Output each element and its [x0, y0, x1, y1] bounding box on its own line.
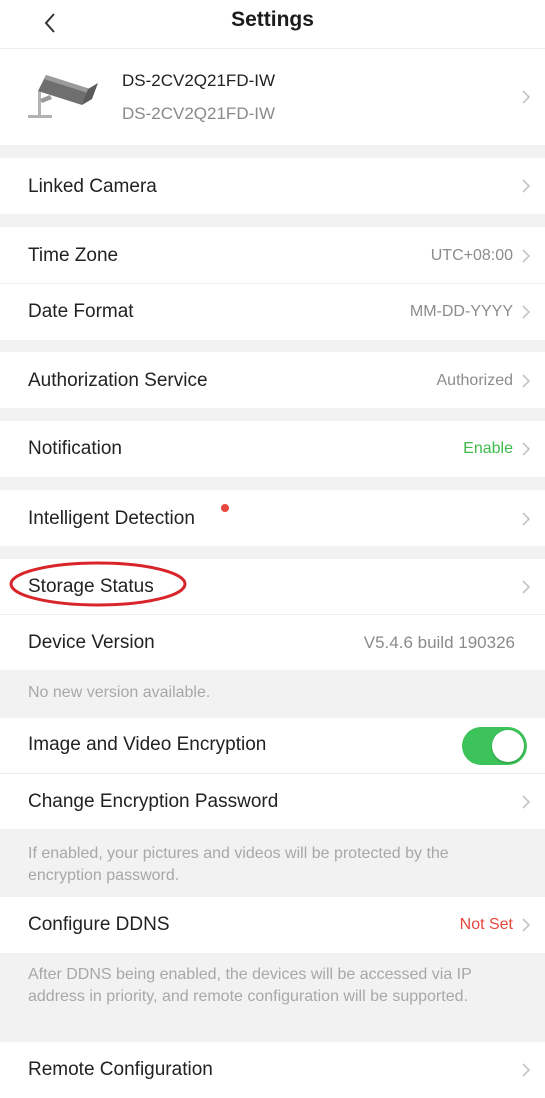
highlight-ellipse [9, 561, 187, 607]
image-video-encryption-label: Image and Video Encryption [28, 734, 267, 755]
intelligent-detection-label: Intelligent Detection [28, 508, 195, 529]
nav-bar: Settings [0, 0, 545, 49]
chevron-right-icon [522, 512, 531, 526]
version-note: No new version available. [28, 684, 211, 701]
chevron-right-icon [522, 179, 531, 193]
camera-icon [28, 75, 98, 118]
authorization-service-row[interactable]: Authorization Service Authorized [0, 352, 545, 408]
chevron-right-icon [522, 442, 531, 456]
device-version-label: Device Version [28, 632, 155, 653]
configure-ddns-label: Configure DDNS [28, 914, 170, 935]
encryption-toggle[interactable] [462, 727, 527, 765]
ddns-status: Not Set [459, 916, 513, 933]
time-zone-row[interactable]: Time Zone UTC+08:00 [0, 227, 545, 284]
ddns-note: After DDNS being enabled, the devices wi… [28, 966, 472, 1005]
device-model: DS-2CV2Q21FD-IW [122, 104, 276, 123]
date-format-row[interactable]: Date Format MM-DD-YYYY [0, 284, 545, 340]
chevron-right-icon [522, 918, 531, 932]
chevron-right-icon [522, 374, 531, 388]
remote-configuration-label: Remote Configuration [28, 1059, 213, 1080]
chevron-right-icon [522, 580, 531, 594]
notification-row[interactable]: Notification Enable [0, 421, 545, 477]
toggle-knob [492, 730, 524, 762]
linked-camera-row[interactable]: Linked Camera [0, 158, 545, 214]
change-encryption-password-row[interactable]: Change Encryption Password [0, 774, 545, 829]
device-version-value: V5.4.6 build 190326 [363, 633, 515, 652]
notification-status: Enable [463, 440, 513, 457]
date-format-value: MM-DD-YYYY [409, 303, 513, 320]
configure-ddns-row[interactable]: Configure DDNS Not Set [0, 897, 545, 953]
page-title: Settings [231, 8, 314, 31]
device-name: DS-2CV2Q21FD-IW [122, 71, 276, 90]
image-video-encryption-row: Image and Video Encryption [0, 718, 545, 774]
notification-label: Notification [28, 438, 122, 459]
time-zone-label: Time Zone [28, 245, 119, 266]
remote-configuration-row[interactable]: Remote Configuration [0, 1042, 545, 1098]
encryption-note: If enabled, your pictures and videos wil… [28, 845, 449, 884]
chevron-right-icon [522, 1063, 531, 1077]
authorization-status: Authorized [436, 372, 514, 389]
authorization-service-label: Authorization Service [28, 370, 208, 391]
time-zone-value: UTC+08:00 [430, 247, 513, 264]
change-encryption-password-label: Change Encryption Password [28, 791, 279, 812]
chevron-right-icon [522, 90, 531, 104]
date-format-label: Date Format [28, 301, 134, 322]
chevron-right-icon [522, 249, 531, 263]
chevron-right-icon [522, 305, 531, 319]
linked-camera-label: Linked Camera [28, 176, 157, 197]
intelligent-detection-row[interactable]: Intelligent Detection [0, 490, 545, 546]
device-version-row: Device Version V5.4.6 build 190326 [0, 615, 545, 670]
chevron-right-icon [522, 795, 531, 809]
new-badge-dot [221, 504, 229, 512]
device-card[interactable]: DS-2CV2Q21FD-IW DS-2CV2Q21FD-IW [0, 49, 545, 145]
